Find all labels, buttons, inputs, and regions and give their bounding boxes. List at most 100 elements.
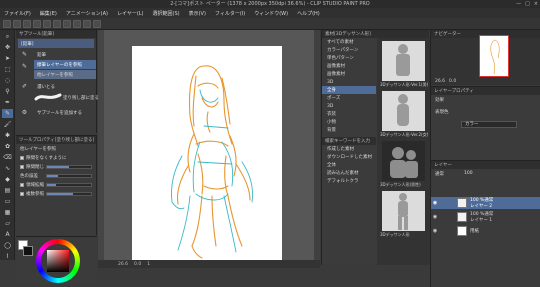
save-icon[interactable] xyxy=(23,19,31,28)
operation-icon[interactable]: ➤ xyxy=(2,54,13,63)
material-tag[interactable]: 作成した素材 xyxy=(322,145,376,153)
color-margin-slider[interactable] xyxy=(46,173,92,178)
navigator-zoom[interactable]: 26.6 xyxy=(435,79,445,84)
material-tree-item[interactable]: 画像素材 xyxy=(322,62,376,70)
selection-icon[interactable]: ⬚ xyxy=(2,65,13,74)
material-tree-item[interactable]: 画像素材 xyxy=(322,70,376,78)
menu-filter[interactable]: フィルター(I) xyxy=(215,10,245,17)
material-tag[interactable]: デフォルトクラ xyxy=(322,177,376,185)
checkbox[interactable] xyxy=(20,155,24,160)
tag-header[interactable]: 検索キーワードを入力 xyxy=(322,137,376,145)
airbrush-icon[interactable]: ✱ xyxy=(2,131,13,140)
material-tree-item[interactable]: 3D xyxy=(322,78,376,86)
option-gap-close[interactable]: 隙間閉じ xyxy=(16,162,96,171)
material-tree-item[interactable]: すべての素材 xyxy=(322,38,376,46)
material-tag[interactable]: 読み込んだ素材 xyxy=(322,169,376,177)
option-close-gap[interactable]: 隙間をなくすように xyxy=(16,153,96,162)
canvas-vertical-scrollbar[interactable] xyxy=(314,30,320,260)
decoration-icon[interactable]: ✿ xyxy=(2,142,13,151)
lasso-icon[interactable]: ◌ xyxy=(2,76,13,85)
menu-view[interactable]: 表示(V) xyxy=(189,10,206,17)
ruler-icon[interactable]: ▱ xyxy=(2,219,13,228)
opacity-value[interactable]: 100 xyxy=(464,171,473,176)
checkbox[interactable] xyxy=(20,182,24,187)
close-icon[interactable]: × xyxy=(534,0,538,8)
menu-animation[interactable]: アニメーション(A) xyxy=(66,10,108,17)
material-tree-item[interactable]: 単色パターン xyxy=(322,54,376,62)
pen-icon[interactable]: ✒ xyxy=(2,98,13,107)
material-tree-item-selected[interactable]: 全身 xyxy=(322,86,376,94)
canvas-area[interactable] xyxy=(98,30,320,262)
snap-icon[interactable] xyxy=(73,19,81,28)
figure-icon[interactable]: ▭ xyxy=(2,197,13,206)
material-thumb[interactable] xyxy=(382,91,425,131)
eye-icon[interactable]: ◉ xyxy=(431,200,439,206)
snap-grid-icon[interactable] xyxy=(93,19,101,28)
option-multi-ref[interactable]: 複数参照 xyxy=(16,189,96,198)
canvas-paper[interactable] xyxy=(132,46,282,262)
frame-icon[interactable]: ▦ xyxy=(2,208,13,217)
material-thumb[interactable] xyxy=(382,141,425,181)
snap-ruler-icon[interactable] xyxy=(83,19,91,28)
expression-color-select[interactable]: カラー xyxy=(461,121,517,128)
material-tree-item[interactable]: 衣装 xyxy=(322,110,376,118)
subtool-item-ref-layer[interactable]: 擦筆レイヤーのを参照 xyxy=(34,60,96,69)
redo-icon[interactable] xyxy=(43,19,51,28)
fill-icon[interactable]: ◆ xyxy=(2,175,13,184)
open-file-icon[interactable] xyxy=(13,19,21,28)
navigator-angle[interactable]: 0.0 xyxy=(449,79,456,84)
new-file-icon[interactable] xyxy=(3,19,11,28)
undo-icon[interactable] xyxy=(33,19,41,28)
gradient-icon[interactable]: ▤ xyxy=(2,186,13,195)
maximize-icon[interactable]: □ xyxy=(525,0,530,8)
menu-window[interactable]: ウィンドウ(W) xyxy=(254,10,288,17)
multi-ref-slider[interactable] xyxy=(46,191,92,196)
menu-selection[interactable]: 選択範囲(S) xyxy=(153,10,180,17)
option-color-margin[interactable]: 色の誤差 xyxy=(16,171,96,180)
material-tree-item[interactable]: ポーズ xyxy=(322,94,376,102)
layer-row[interactable]: ◉ 100 %通常 レイヤー 1 xyxy=(431,211,540,223)
blend-mode-select[interactable]: 通常 xyxy=(435,171,444,177)
menu-layer[interactable]: レイヤー(L) xyxy=(117,10,144,17)
sub-color-swatch[interactable] xyxy=(23,246,33,256)
correct-line-icon[interactable]: ⌇ xyxy=(2,252,13,261)
material-tag[interactable]: 全体 xyxy=(322,161,376,169)
rotation-readout[interactable]: 0.0 xyxy=(134,262,141,267)
gap-slider[interactable] xyxy=(46,164,92,169)
eye-icon[interactable]: ◉ xyxy=(431,214,439,220)
checkbox[interactable] xyxy=(20,191,24,196)
zoom-readout[interactable]: 26.6 xyxy=(118,262,128,267)
saturation-square[interactable] xyxy=(47,250,69,272)
area-scale-slider[interactable] xyxy=(46,182,92,187)
material-tree-item[interactable]: 背景 xyxy=(322,126,376,134)
material-thumb[interactable] xyxy=(382,191,425,231)
checkbox[interactable] xyxy=(20,164,24,169)
option-area-scale[interactable]: 領域拡縮 xyxy=(16,180,96,189)
text-icon[interactable]: A xyxy=(2,230,13,239)
layer-row[interactable]: ◉ 100 %通常 レイヤー 2 xyxy=(431,197,540,209)
material-tree-item[interactable]: カラーパターン xyxy=(322,46,376,54)
eraser-icon[interactable]: ⌫ xyxy=(2,153,13,162)
subtool-item-pencil[interactable]: 鉛筆 xyxy=(34,50,96,59)
eyedropper-icon[interactable]: ⚲ xyxy=(2,87,13,96)
subtool-item-thick[interactable]: 濃いとる xyxy=(34,82,96,91)
subtool-item-other-layer[interactable]: 他レイヤーを参照 xyxy=(34,70,96,79)
transform-icon[interactable] xyxy=(63,19,71,28)
menu-file[interactable]: ファイル(F) xyxy=(4,10,31,17)
navigator-thumbnail[interactable] xyxy=(479,35,509,77)
menu-edit[interactable]: 編集(E) xyxy=(40,10,57,17)
material-thumb[interactable] xyxy=(382,41,425,81)
material-tag[interactable]: ダウンロードした素材 xyxy=(322,153,376,161)
clear-icon[interactable] xyxy=(53,19,61,28)
color-wheel[interactable] xyxy=(36,239,80,283)
minimize-icon[interactable]: — xyxy=(516,0,521,8)
zoom-icon[interactable]: ⌕ xyxy=(2,32,13,41)
material-tree-item[interactable]: 3D xyxy=(322,102,376,110)
eye-icon[interactable]: ◉ xyxy=(431,228,439,234)
brush-icon[interactable]: 🖌 xyxy=(2,120,13,129)
layer-row[interactable]: ◉ 用紙 xyxy=(431,225,540,237)
menu-help[interactable]: ヘルプ(H) xyxy=(297,10,320,17)
pencil-icon[interactable]: ✎ xyxy=(2,109,13,118)
subtool-group-tab[interactable]: [鉛筆] xyxy=(18,39,94,48)
balloon-icon[interactable]: ◯ xyxy=(2,241,13,250)
